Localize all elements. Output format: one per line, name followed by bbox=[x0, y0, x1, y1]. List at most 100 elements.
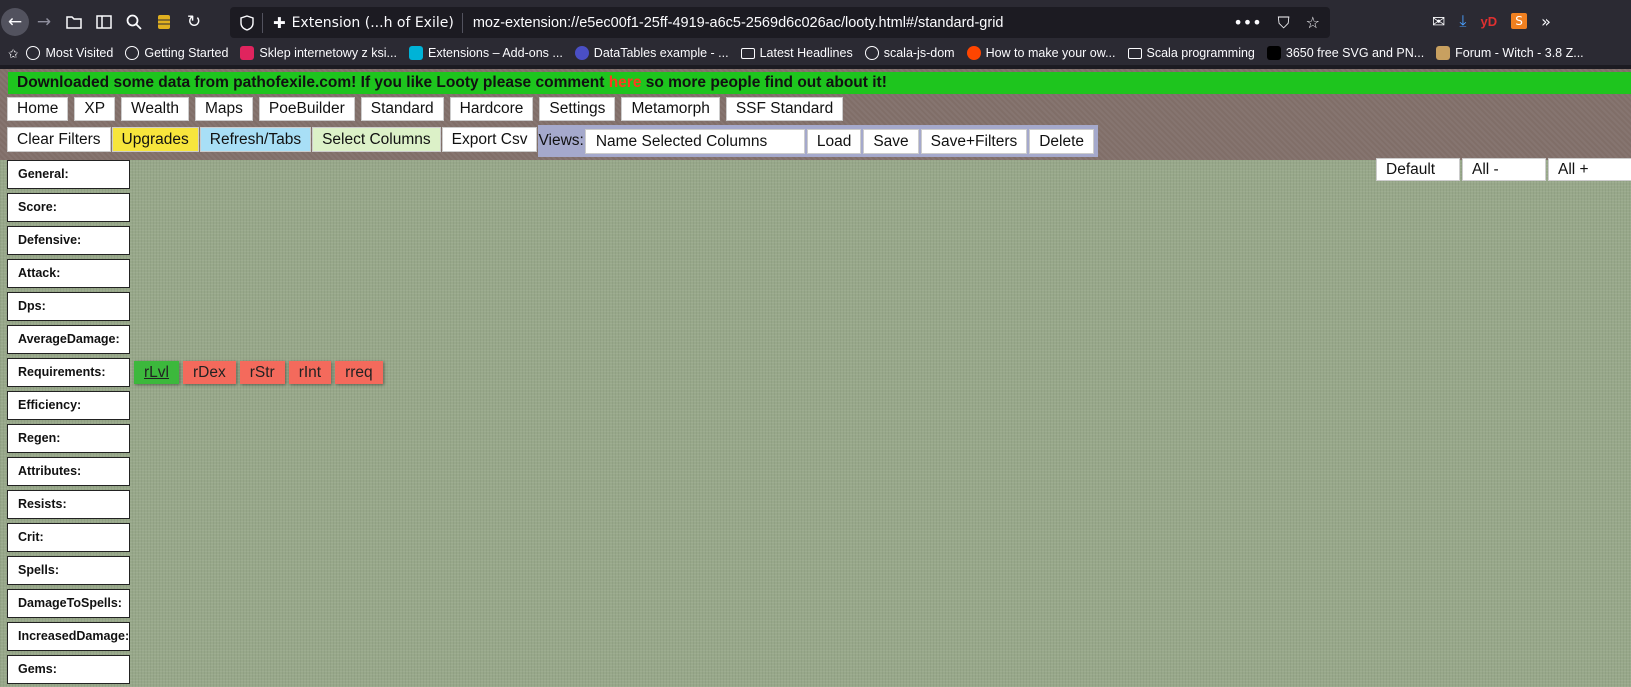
nav-home[interactable]: Home bbox=[7, 97, 69, 121]
nav-xp[interactable]: XP bbox=[74, 97, 116, 121]
nav-settings[interactable]: Settings bbox=[539, 97, 616, 121]
gear-icon bbox=[26, 46, 41, 60]
bookmark-label: DataTables example - ... bbox=[593, 46, 729, 60]
sidebar-icon bbox=[96, 15, 112, 29]
select-columns-button[interactable]: Select Columns bbox=[312, 127, 441, 152]
bookmark-star-icon[interactable]: ✩ bbox=[8, 46, 18, 61]
column-toggle-rint[interactable]: rInt bbox=[288, 361, 332, 384]
upgrades-button[interactable]: Upgrades bbox=[111, 127, 199, 152]
column-group-gems[interactable]: Gems: bbox=[7, 655, 130, 684]
column-group-averagedamage[interactable]: AverageDamage: bbox=[7, 325, 130, 354]
column-group-spells[interactable]: Spells: bbox=[7, 556, 130, 585]
more-actions-icon[interactable]: ••• bbox=[1233, 13, 1261, 33]
column-group-dps[interactable]: Dps: bbox=[7, 292, 130, 321]
bookmark-item[interactable]: scala-js-dom bbox=[864, 46, 955, 60]
reload-button[interactable]: ↻ bbox=[179, 7, 209, 37]
bookmark-label: Most Visited bbox=[45, 46, 114, 60]
requirements-columns: rLvl rDex rStr rInt rreq bbox=[134, 361, 387, 384]
column-preset-buttons: Default All - All + bbox=[1376, 158, 1631, 181]
bookmark-item[interactable]: Most Visited bbox=[26, 46, 113, 60]
nav-maps[interactable]: Maps bbox=[195, 97, 253, 121]
nav-wealth[interactable]: Wealth bbox=[121, 97, 190, 121]
view-name-input[interactable]: Name Selected Columns bbox=[584, 128, 805, 154]
all-plus-button[interactable]: All + bbox=[1548, 158, 1631, 181]
nav-ssf-standard[interactable]: SSF Standard bbox=[725, 97, 844, 121]
bookmark-label: 3650 free SVG and PN... bbox=[1285, 46, 1425, 60]
bookmark-item[interactable]: Extensions – Add-ons ... bbox=[408, 46, 563, 60]
bookmark-item[interactable]: Latest Headlines bbox=[740, 46, 853, 60]
puzzle-icon: ✚ bbox=[273, 13, 286, 32]
views-label: Views: bbox=[538, 132, 584, 149]
column-toggle-rstr[interactable]: rStr bbox=[239, 361, 285, 384]
overflow-menu-icon[interactable]: » bbox=[1541, 12, 1551, 31]
search-button[interactable] bbox=[119, 7, 149, 37]
export-csv-button[interactable]: Export Csv bbox=[441, 127, 538, 152]
folder-icon bbox=[740, 47, 755, 59]
nav-poebuilder[interactable]: PoeBuilder bbox=[258, 97, 355, 121]
url-text[interactable]: moz-extension://e5ec00f1-25ff-4919-a6c5-… bbox=[463, 15, 1004, 31]
extension-identity[interactable]: ✚ Extension (...h of Exile) bbox=[263, 12, 463, 33]
url-bar[interactable]: ✚ Extension (...h of Exile) moz-extensio… bbox=[230, 7, 1330, 38]
banner-link[interactable]: here bbox=[609, 74, 642, 91]
column-group-score[interactable]: Score: bbox=[7, 193, 130, 222]
column-group-requirements[interactable]: Requirements: bbox=[7, 358, 130, 387]
column-group-damagetospells[interactable]: DamageToSpells: bbox=[7, 589, 130, 618]
bookmarks-toolbar: ✩ Most Visited Getting Started Sklep inter… bbox=[0, 41, 1631, 65]
site-identity[interactable] bbox=[230, 12, 263, 33]
folder-icon bbox=[66, 16, 82, 29]
save-filters-button[interactable]: Save+Filters bbox=[920, 128, 1028, 154]
bookmark-item[interactable]: DataTables example - ... bbox=[574, 46, 729, 60]
column-group-resists[interactable]: Resists: bbox=[7, 490, 130, 519]
bookmark-item[interactable]: 3650 free SVG and PN... bbox=[1266, 46, 1425, 60]
refresh-tabs-button[interactable]: Refresh/Tabs bbox=[199, 127, 312, 152]
star-icon[interactable]: ☆ bbox=[1306, 13, 1320, 33]
load-view-button[interactable]: Load bbox=[806, 128, 862, 154]
column-group-sidebar: General: Score: Defensive: Attack: Dps: Avera… bbox=[7, 160, 130, 687]
extension-s-icon[interactable]: S bbox=[1511, 13, 1528, 29]
column-group-defensive[interactable]: Defensive: bbox=[7, 226, 130, 255]
bookmark-item[interactable]: Forum - Witch - 3.8 Z... bbox=[1436, 46, 1584, 60]
column-toggle-rlvl[interactable]: rLvl bbox=[134, 361, 179, 384]
download-icon[interactable]: ⤓ bbox=[1459, 11, 1466, 31]
bookmark-item[interactable]: Scala programming bbox=[1127, 46, 1255, 60]
yd-extension-icon[interactable]: yD bbox=[1480, 14, 1497, 29]
sidebar-button[interactable] bbox=[89, 7, 119, 37]
download-banner: Downloaded some data from pathofexile.co… bbox=[8, 72, 1631, 94]
views-panel: Views: Name Selected Columns Load Save S… bbox=[538, 125, 1099, 157]
nav-standard[interactable]: Standard bbox=[360, 97, 444, 121]
database-icon bbox=[158, 15, 170, 29]
bookmark-item[interactable]: Getting Started bbox=[125, 46, 228, 60]
save-view-button[interactable]: Save bbox=[863, 128, 919, 154]
open-folder-button[interactable] bbox=[59, 7, 89, 37]
forward-button[interactable]: → bbox=[29, 7, 59, 37]
bookmark-label: How to make your ow... bbox=[985, 46, 1116, 60]
pocket-icon[interactable]: ⛉ bbox=[1278, 13, 1290, 33]
mail-icon[interactable]: ✉ bbox=[1432, 12, 1445, 31]
column-group-crit[interactable]: Crit: bbox=[7, 523, 130, 552]
column-group-efficiency[interactable]: Efficiency: bbox=[7, 391, 130, 420]
clear-filters-button[interactable]: Clear Filters bbox=[7, 127, 111, 152]
nav-metamorph[interactable]: Metamorph bbox=[621, 97, 720, 121]
default-columns-button[interactable]: Default bbox=[1376, 158, 1460, 181]
arrow-right-icon: → bbox=[36, 12, 52, 32]
column-group-increaseddamage[interactable]: IncreasedDamage: bbox=[7, 622, 130, 651]
column-toggle-rdex[interactable]: rDex bbox=[182, 361, 236, 384]
datatables-icon bbox=[574, 46, 589, 60]
banner-text: Downloaded some data from pathofexile.co… bbox=[17, 74, 609, 91]
bookmark-item[interactable]: How to make your ow... bbox=[966, 46, 1116, 60]
delete-view-button[interactable]: Delete bbox=[1029, 128, 1095, 154]
column-group-regen[interactable]: Regen: bbox=[7, 424, 130, 453]
column-group-attributes[interactable]: Attributes: bbox=[7, 457, 130, 486]
bookmark-label: Scala programming bbox=[1146, 46, 1255, 60]
nav-hardcore[interactable]: Hardcore bbox=[449, 97, 534, 121]
column-toggle-rreq[interactable]: rreq bbox=[335, 361, 383, 384]
bookmark-item[interactable]: Sklep internetowy z ksi... bbox=[240, 46, 397, 60]
column-group-attack[interactable]: Attack: bbox=[7, 259, 130, 288]
back-button[interactable]: ← bbox=[1, 8, 29, 36]
all-minus-button[interactable]: All - bbox=[1462, 158, 1546, 181]
puzzle-icon bbox=[408, 46, 423, 60]
arrow-left-icon: ← bbox=[7, 12, 23, 32]
square-icon bbox=[1266, 46, 1281, 60]
database-extension-button[interactable] bbox=[149, 7, 179, 37]
column-group-general[interactable]: General: bbox=[7, 160, 130, 189]
